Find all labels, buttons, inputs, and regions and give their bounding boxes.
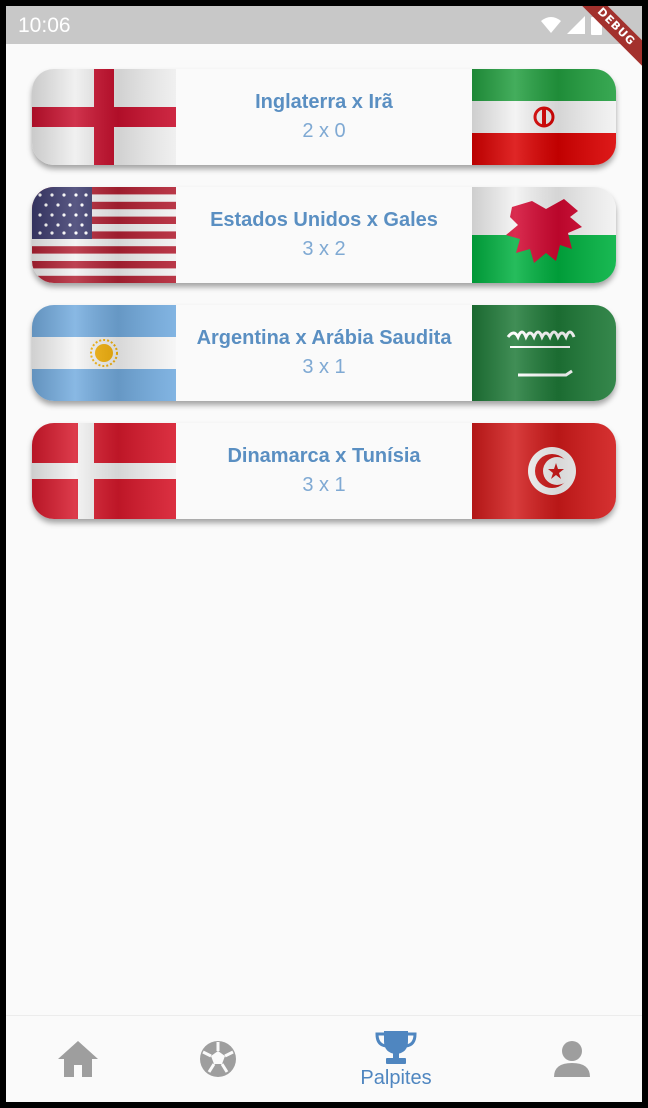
- match-card[interactable]: Estados Unidos x Gales 3 x 2: [32, 187, 616, 283]
- phone-screen: 10:06 DEBUG Inglaterra x Irã 2 x 0 Estad…: [6, 6, 642, 1102]
- status-icons: [541, 15, 602, 35]
- nav-label-palpites: Palpites: [360, 1066, 432, 1089]
- usa-flag: [32, 187, 176, 283]
- home-icon: [58, 1041, 98, 1077]
- match-list: Inglaterra x Irã 2 x 0 Estados Unidos x …: [32, 69, 616, 541]
- match-info: Argentina x Arábia Saudita 3 x 1: [176, 305, 472, 401]
- argentina-flag: [32, 305, 176, 401]
- nav-home[interactable]: [48, 1016, 108, 1102]
- match-score: 3 x 1: [302, 474, 346, 496]
- match-info: Dinamarca x Tunísia 3 x 1: [176, 423, 472, 519]
- england-flag: [32, 69, 176, 165]
- saudi-arabia-flag: [472, 305, 616, 401]
- nav-profile[interactable]: [542, 1016, 602, 1102]
- match-card[interactable]: Argentina x Arábia Saudita 3 x 1: [32, 305, 616, 401]
- tunisia-flag: [472, 423, 616, 519]
- wales-flag: [472, 187, 616, 283]
- soccer-ball-icon: [200, 1041, 236, 1077]
- match-card[interactable]: Dinamarca x Tunísia 3 x 1: [32, 423, 616, 519]
- wifi-icon: [541, 17, 561, 33]
- trophy-icon: [375, 1030, 417, 1064]
- match-title: Argentina x Arábia Saudita: [196, 327, 452, 349]
- match-card[interactable]: Inglaterra x Irã 2 x 0: [32, 69, 616, 165]
- match-info: Estados Unidos x Gales 3 x 2: [176, 187, 472, 283]
- denmark-flag: [32, 423, 176, 519]
- match-score: 3 x 1: [302, 356, 346, 378]
- match-info: Inglaterra x Irã 2 x 0: [176, 69, 472, 165]
- match-title: Dinamarca x Tunísia: [227, 445, 421, 467]
- nav-palpites[interactable]: Palpites: [346, 1016, 446, 1102]
- match-title: Inglaterra x Irã: [255, 91, 393, 113]
- match-title: Estados Unidos x Gales: [210, 209, 438, 231]
- person-icon: [554, 1041, 590, 1077]
- nav-games[interactable]: [188, 1016, 248, 1102]
- iran-flag: [472, 69, 616, 165]
- status-bar: 10:06 DEBUG: [6, 6, 642, 76]
- status-time: 10:06: [18, 14, 71, 37]
- match-score: 2 x 0: [302, 120, 346, 142]
- match-score: 3 x 2: [302, 238, 346, 260]
- cellular-signal-icon: [567, 16, 585, 34]
- bottom-navigation: Palpites: [6, 1015, 642, 1102]
